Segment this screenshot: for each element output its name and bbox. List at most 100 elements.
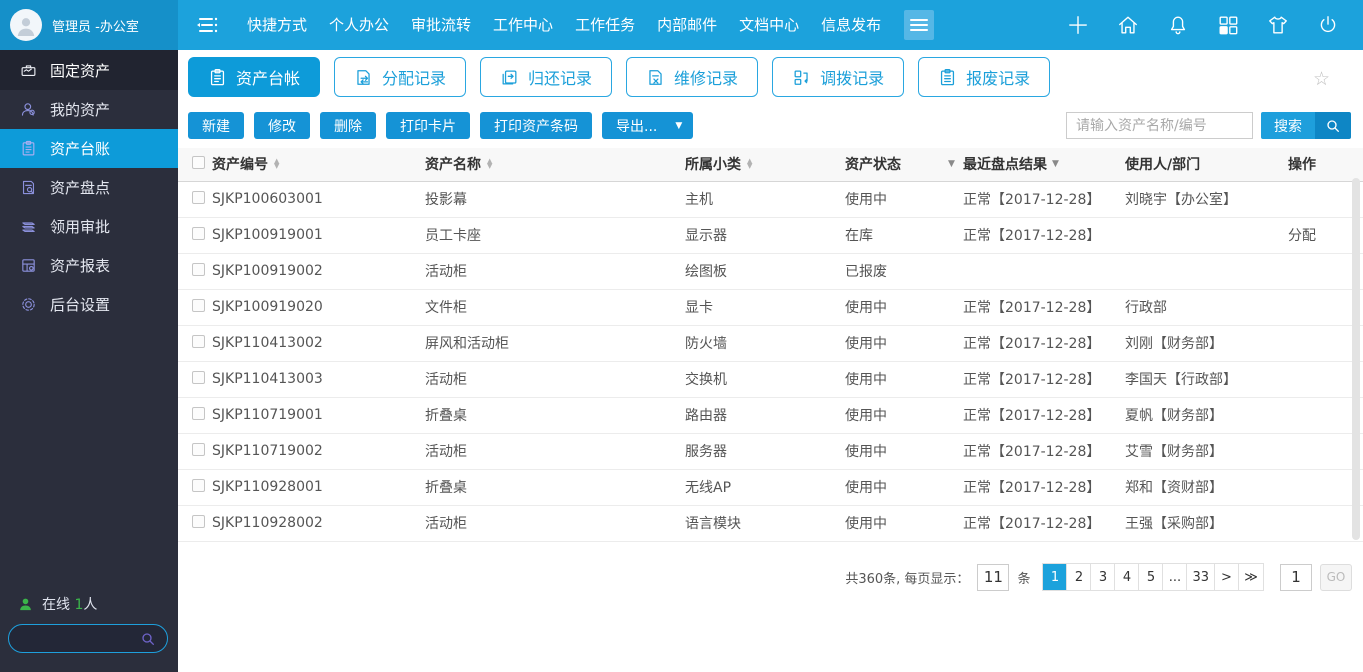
sidebar-module-fixed-assets[interactable]: 固定资产: [0, 50, 178, 90]
asset-name: 活动柜: [425, 433, 685, 470]
tab-return-records[interactable]: 归还记录: [480, 57, 613, 97]
nav-item-document-center[interactable]: 文档中心: [728, 0, 810, 50]
table-row: SJKP110413002 屏风和活动柜 防火墙 使用中 正常【2017-12-…: [178, 325, 1363, 362]
tab-asset-ledger[interactable]: 资产台帐: [188, 57, 321, 97]
sidebar-item-my-assets[interactable]: 我的资产: [0, 90, 178, 129]
asset-name: 活动柜: [425, 253, 685, 290]
inventory-filter-icon[interactable]: ▼: [1052, 159, 1059, 169]
row-checkbox[interactable]: [192, 514, 205, 528]
edit-button[interactable]: 修改: [254, 112, 310, 139]
sidebar-item-label: 资产报表: [50, 257, 111, 275]
user-panel[interactable]: 管理员 -办公室: [0, 0, 178, 50]
asset-category: 交换机: [685, 361, 845, 398]
export-dropdown-button[interactable]: 导出... ▼: [602, 112, 694, 139]
table-row: SJKP100919001 员工卡座 显示器 在库 正常【2017-12-28】…: [178, 217, 1363, 254]
sidebar-module-label: 固定资产: [50, 61, 111, 80]
go-button[interactable]: GO: [1320, 563, 1352, 591]
tab-transfer-records[interactable]: 调拨记录: [772, 57, 905, 97]
asset-code: SJKP100603001: [212, 181, 425, 218]
row-checkbox[interactable]: [192, 334, 205, 348]
table-row: SJKP110719001 折叠桌 路由器 使用中 正常【2017-12-28】…: [178, 397, 1363, 434]
sidebar-item-asset-ledger[interactable]: 资产台账: [0, 129, 178, 168]
asset-status: 使用中: [845, 325, 963, 362]
asset-code: SJKP110928001: [212, 469, 425, 506]
asset-user: 艾雪【财务部】: [1125, 433, 1280, 470]
status-filter-icon[interactable]: ▼: [948, 159, 955, 169]
nav-list-icon[interactable]: [194, 15, 220, 35]
page-button-4[interactable]: 4: [1115, 564, 1140, 590]
row-checkbox[interactable]: [192, 406, 205, 420]
sort-icon[interactable]: ▲ ▼: [487, 158, 492, 170]
more-menus-icon[interactable]: [904, 10, 935, 40]
favorite-star-icon[interactable]: ☆: [1313, 70, 1330, 89]
tab-repair-records[interactable]: 维修记录: [626, 57, 759, 97]
row-checkbox[interactable]: [192, 478, 205, 492]
nav-item-personal-office[interactable]: 个人办公: [318, 0, 400, 50]
goto-page-input[interactable]: [1280, 563, 1312, 591]
sidebar-item-asset-inventory[interactable]: 资产盘点: [0, 168, 178, 207]
table-scrollbar[interactable]: [1352, 178, 1360, 540]
home-icon[interactable]: [1116, 14, 1139, 37]
row-checkbox[interactable]: [192, 262, 205, 276]
tab-scrap-records[interactable]: 报废记录: [918, 57, 1051, 97]
asset-status: 使用中: [845, 181, 963, 218]
row-checkbox[interactable]: [192, 442, 205, 456]
search-button[interactable]: 搜索: [1261, 112, 1351, 139]
delete-button[interactable]: 删除: [320, 112, 376, 139]
allocate-action-link[interactable]: 分配: [1280, 217, 1363, 254]
page-button-2[interactable]: 2: [1067, 564, 1092, 590]
asset-status: 已报废: [845, 253, 963, 290]
nav-item-work-tasks[interactable]: 工作任务: [564, 0, 646, 50]
asset-search-input[interactable]: [1066, 112, 1253, 139]
page-button-33[interactable]: 33: [1187, 564, 1215, 590]
nav-item-work-center[interactable]: 工作中心: [482, 0, 564, 50]
asset-status: 在库: [845, 217, 963, 254]
nav-item-internal-mail[interactable]: 内部邮件: [646, 0, 728, 50]
theme-shirt-icon[interactable]: [1266, 14, 1289, 37]
apps-grid-icon[interactable]: [1216, 14, 1239, 37]
asset-user: 郑和【资财部】: [1125, 469, 1280, 506]
sort-icon[interactable]: ▲ ▼: [747, 158, 752, 170]
sidebar-search-icon[interactable]: [140, 631, 156, 647]
print-barcode-button[interactable]: 打印资产条码: [480, 112, 592, 139]
sidebar-item-backend-settings[interactable]: 后台设置: [0, 285, 178, 324]
row-checkbox[interactable]: [192, 370, 205, 384]
notifications-bell-icon[interactable]: [1166, 14, 1189, 37]
logout-power-icon[interactable]: [1316, 14, 1339, 37]
page-size-input[interactable]: [977, 563, 1010, 591]
row-checkbox[interactable]: [192, 298, 205, 312]
assets-table: 资产编号 ▲ ▼ 资产名称 ▲ ▼ 所属小类 ▲ ▼ 资产状态 ▼ 最近盘点结果 ▼ 使用人/部…: [178, 148, 1363, 542]
print-card-button[interactable]: 打印卡片: [386, 112, 470, 139]
main-content: 资产台帐 分配记录 归还记录 维修记录 调拨记录 报废记录 ☆ 新建 修改 删除…: [178, 50, 1363, 672]
table-row: SJKP100919002 活动柜 绘图板 已报废: [178, 253, 1363, 290]
asset-name: 折叠桌: [425, 397, 685, 434]
row-checkbox[interactable]: [192, 226, 205, 240]
select-all-checkbox[interactable]: [192, 155, 205, 169]
sidebar-item-asset-reports[interactable]: 资产报表: [0, 246, 178, 285]
nav-item-approval-flow[interactable]: 审批流转: [400, 0, 482, 50]
asset-user: [1125, 253, 1280, 290]
sidebar-item-requisition-approval[interactable]: 领用审批: [0, 207, 178, 246]
asset-status: 使用中: [845, 361, 963, 398]
asset-code: SJKP100919002: [212, 253, 425, 290]
page-button-1[interactable]: 1: [1043, 564, 1068, 590]
inventory-result: 正常【2017-12-28】: [963, 217, 1125, 254]
last-page-button[interactable]: ≫: [1239, 564, 1263, 590]
page-button-5[interactable]: 5: [1139, 564, 1164, 590]
sidebar-item-label: 后台设置: [50, 296, 111, 314]
sidebar-search-input[interactable]: [9, 631, 140, 646]
nav-item-shortcuts[interactable]: 快捷方式: [236, 0, 318, 50]
tab-allocation-records[interactable]: 分配记录: [334, 57, 467, 97]
add-icon[interactable]: [1066, 14, 1089, 37]
row-action: [1280, 505, 1363, 542]
page-ellipsis: ...: [1163, 564, 1188, 590]
asset-category: 无线AP: [685, 469, 845, 506]
page-button-3[interactable]: 3: [1091, 564, 1116, 590]
next-page-button[interactable]: >: [1215, 564, 1239, 590]
document-search-icon: [19, 179, 37, 197]
sort-icon[interactable]: ▲ ▼: [274, 158, 279, 170]
asset-user: 王强【采购部】: [1125, 505, 1280, 542]
row-checkbox[interactable]: [192, 190, 205, 204]
nav-item-info-publish[interactable]: 信息发布: [810, 0, 892, 50]
new-button[interactable]: 新建: [188, 112, 244, 139]
